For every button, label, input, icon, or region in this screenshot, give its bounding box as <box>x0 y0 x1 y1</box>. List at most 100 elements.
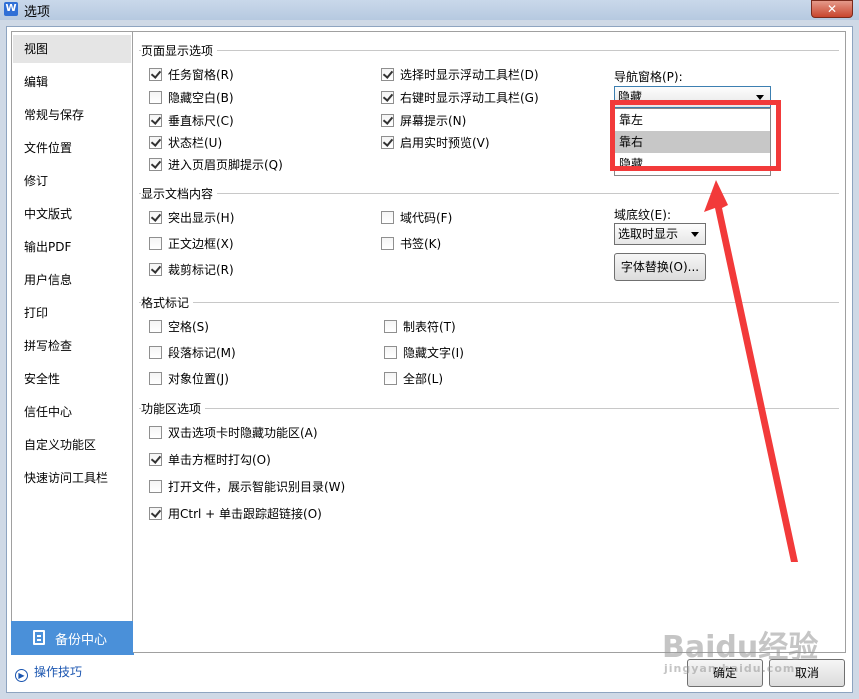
checkbox-box[interactable] <box>149 237 162 250</box>
sidebar-item-revision[interactable]: 修订 <box>13 167 131 195</box>
sidebar-item-custom-ribbon[interactable]: 自定义功能区 <box>13 431 131 459</box>
checkbox-label: 隐藏文字(I) <box>403 346 464 360</box>
sidebar-item-export-pdf[interactable]: 输出PDF <box>13 233 131 261</box>
baidu-watermark: Baidu经验 jingyan.baidu.com <box>662 622 818 675</box>
checkbox-box[interactable] <box>149 68 162 81</box>
checkbox-vertical-ruler[interactable]: 垂直标尺(C) <box>149 113 234 129</box>
checkbox-label: 右键时显示浮动工具栏(G) <box>400 91 539 105</box>
close-button[interactable]: ✕ <box>811 0 853 18</box>
content-panel: 页面显示选项 任务窗格(R) 隐藏空白(B) 垂直标尺(C) 状态栏(U) 进入… <box>133 31 846 653</box>
checkbox-box[interactable] <box>381 91 394 104</box>
checkbox-box[interactable] <box>149 480 162 493</box>
checkbox-label: 正文边框(X) <box>168 237 234 251</box>
play-icon: ▶ <box>15 669 28 682</box>
nav-pane-value: 隐藏 <box>618 90 643 104</box>
checkbox-label: 启用实时预览(V) <box>400 136 490 150</box>
checkbox-paragraph-marks[interactable]: 段落标记(M) <box>149 345 236 361</box>
checkbox-label: 段落标记(M) <box>168 346 236 360</box>
checkbox-box[interactable] <box>149 346 162 359</box>
dropdown-option-left[interactable]: 靠左 <box>615 109 770 131</box>
checkbox-box[interactable] <box>149 158 162 171</box>
checkbox-box[interactable] <box>149 114 162 127</box>
checkbox-box[interactable] <box>149 91 162 104</box>
checkbox-object-anchors[interactable]: 对象位置(J) <box>149 371 229 387</box>
sidebar-item-quick-access[interactable]: 快速访问工具栏 <box>13 464 131 492</box>
section-divider <box>139 408 839 409</box>
checkbox-click-to-check[interactable]: 单击方框时打勾(O) <box>149 452 271 468</box>
checkbox-box[interactable] <box>381 136 394 149</box>
checkbox-box[interactable] <box>149 426 162 439</box>
backup-icon <box>33 630 45 645</box>
checkbox-task-pane[interactable]: 任务窗格(R) <box>149 67 234 83</box>
checkbox-label: 书签(K) <box>400 237 442 251</box>
checkbox-screen-tips[interactable]: 屏幕提示(N) <box>381 113 466 129</box>
backup-center-label: 备份中心 <box>55 633 108 648</box>
field-shading-label: 域底纹(E): <box>614 208 671 222</box>
sidebar-item-spell-check[interactable]: 拼写检查 <box>13 332 131 360</box>
checkbox-box[interactable] <box>384 320 397 333</box>
checkbox-spaces[interactable]: 空格(S) <box>149 319 209 335</box>
sidebar-item-security[interactable]: 安全性 <box>13 365 131 393</box>
checkbox-live-preview[interactable]: 启用实时预览(V) <box>381 135 490 151</box>
checkbox-hide-blank[interactable]: 隐藏空白(B) <box>149 90 234 106</box>
checkbox-box[interactable] <box>384 372 397 385</box>
checkbox-label: 制表符(T) <box>403 320 456 334</box>
checkbox-text-border[interactable]: 正文边框(X) <box>149 236 234 252</box>
checkbox-box[interactable] <box>149 453 162 466</box>
checkbox-label: 屏幕提示(N) <box>400 114 467 128</box>
checkbox-box[interactable] <box>149 372 162 385</box>
section-divider <box>139 193 839 194</box>
field-shading-select[interactable]: 选取时显示 <box>614 223 706 245</box>
sidebar-item-edit[interactable]: 编辑 <box>13 68 131 96</box>
checkbox-crop-marks[interactable]: 裁剪标记(R) <box>149 262 234 278</box>
checkbox-float-toolbar-right-click[interactable]: 右键时显示浮动工具栏(G) <box>381 90 539 106</box>
checkbox-label: 双击选项卡时隐藏功能区(A) <box>168 426 318 440</box>
checkbox-label: 空格(S) <box>168 320 209 334</box>
checkbox-box[interactable] <box>381 237 394 250</box>
tips-link[interactable]: ▶ 操作技巧 <box>15 663 82 682</box>
checkbox-label: 状态栏(U) <box>168 136 223 150</box>
checkbox-dblclick-hide-ribbon[interactable]: 双击选项卡时隐藏功能区(A) <box>149 425 318 441</box>
checkbox-label: 打开文件，展示智能识别目录(W) <box>168 480 346 494</box>
checkbox-float-toolbar-select[interactable]: 选择时显示浮动工具栏(D) <box>381 67 539 83</box>
nav-pane-label: 导航窗格(P): <box>614 70 683 84</box>
sidebar-item-print[interactable]: 打印 <box>13 299 131 327</box>
checkbox-box[interactable] <box>149 263 162 276</box>
nav-pane-select[interactable]: 隐藏 <box>614 86 771 108</box>
checkbox-box[interactable] <box>381 211 394 224</box>
checkbox-box[interactable] <box>384 346 397 359</box>
sidebar-item-general-save[interactable]: 常规与保存 <box>13 101 131 129</box>
checkbox-status-bar[interactable]: 状态栏(U) <box>149 135 222 151</box>
checkbox-label: 裁剪标记(R) <box>168 263 234 277</box>
checkbox-ctrl-click-link[interactable]: 用Ctrl + 单击跟踪超链接(O) <box>149 506 322 522</box>
options-dialog: 视图 编辑 常规与保存 文件位置 修订 中文版式 输出PDF 用户信息 打印 拼… <box>6 26 853 693</box>
checkbox-box[interactable] <box>381 68 394 81</box>
dropdown-option-hide[interactable]: 隐藏 <box>615 153 770 175</box>
sidebar-item-file-location[interactable]: 文件位置 <box>13 134 131 162</box>
sidebar-item-view[interactable]: 视图 <box>13 35 131 63</box>
checkbox-box[interactable] <box>381 114 394 127</box>
checkbox-box[interactable] <box>149 507 162 520</box>
checkbox-hidden-text[interactable]: 隐藏文字(I) <box>384 345 464 361</box>
sidebar-item-user-info[interactable]: 用户信息 <box>13 266 131 294</box>
sidebar: 视图 编辑 常规与保存 文件位置 修订 中文版式 输出PDF 用户信息 打印 拼… <box>11 31 133 653</box>
checkbox-box[interactable] <box>149 136 162 149</box>
checkbox-header-footer-hint[interactable]: 进入页眉页脚提示(Q) <box>149 157 283 173</box>
sidebar-item-chinese-layout[interactable]: 中文版式 <box>13 200 131 228</box>
checkbox-label: 全部(L) <box>403 372 444 386</box>
checkbox-bookmarks[interactable]: 书签(K) <box>381 236 441 252</box>
tips-label: 操作技巧 <box>34 665 83 679</box>
checkbox-all-marks[interactable]: 全部(L) <box>384 371 443 387</box>
checkbox-box[interactable] <box>149 320 162 333</box>
dropdown-option-right[interactable]: 靠右 <box>615 131 770 153</box>
font-replace-button[interactable]: 字体替换(O)... <box>614 253 706 281</box>
checkbox-field-codes[interactable]: 域代码(F) <box>381 210 452 226</box>
checkbox-tabs[interactable]: 制表符(T) <box>384 319 456 335</box>
checkbox-highlight[interactable]: 突出显示(H) <box>149 210 234 226</box>
backup-center-button[interactable]: 备份中心 <box>11 621 134 655</box>
checkbox-smart-toc[interactable]: 打开文件，展示智能识别目录(W) <box>149 479 345 495</box>
checkbox-box[interactable] <box>149 211 162 224</box>
checkbox-label: 垂直标尺(C) <box>168 114 234 128</box>
checkbox-label: 域代码(F) <box>400 211 453 225</box>
sidebar-item-trust-center[interactable]: 信任中心 <box>13 398 131 426</box>
